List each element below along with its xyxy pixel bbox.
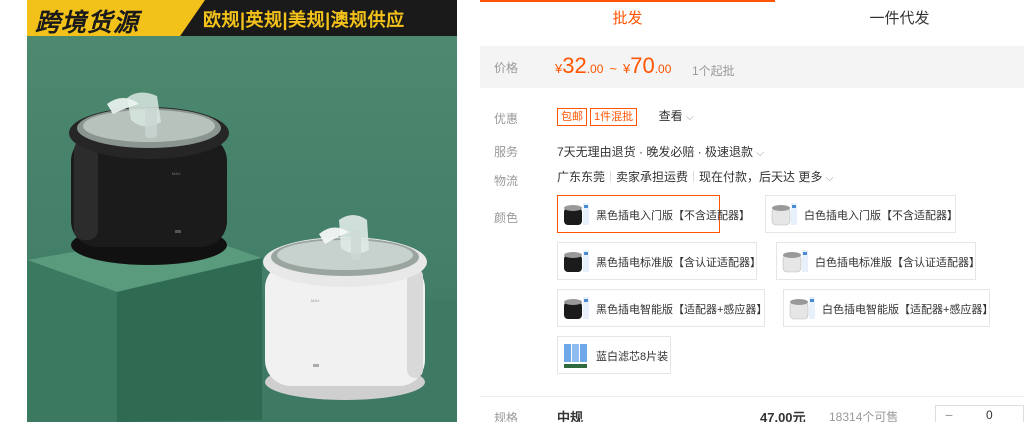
sku-thumb-white [787,293,817,323]
sku-name: 黑色插电入门版【不含适配器】 [596,210,750,222]
minus-button[interactable]: − [940,407,958,422]
spec-label: 规格 [494,411,519,422]
sku-name: 白色插电智能版【适配器+感应器】 [822,304,994,316]
sku-thumb-white [780,246,810,276]
quantity-stepper[interactable]: − 0 [935,405,1024,422]
sku-option[interactable]: 黑色插电标准版【含认证适配器】 [557,242,761,280]
sku-thumb-white [769,199,799,229]
logistics-more-button[interactable]: 更多 ⌵ [798,170,833,184]
sku-option[interactable]: 白色插电标准版【含认证适配器】 [776,242,980,280]
sku-name: 蓝白滤芯8片装 [596,351,669,363]
sku-option[interactable]: 黑色插电智能版【适配器+感应器】 [557,289,768,327]
quantity-value[interactable]: 0 [986,408,993,422]
service-row[interactable]: 7天无理由退货 · 晚发必赔 · 极速退款 ⌵ [557,143,764,160]
purchase-tabs: 批发 一件代发 [480,0,1024,36]
chevron-down-icon: ⌵ [825,173,834,184]
sku-thumb-black [561,199,591,229]
tag-mixed-batch: 1件混批 [590,108,638,126]
price-tilde: ~ [609,61,617,76]
promo-row: 包邮 1件混批 查看 ⌵ [557,107,694,126]
separator [610,171,612,182]
promo-label: 优惠 [494,112,519,126]
sku-option[interactable]: 黑色插电入门版【不含适配器】 [557,195,750,233]
separator [693,171,695,182]
view-label: 查看 [658,109,683,123]
chevron-down-icon: ⌵ [756,148,764,159]
view-promo-button[interactable]: 查看 ⌵ [659,107,694,124]
promo-banner: 跨境货源 欧规|英规|美规|澳规供应 [27,0,457,37]
sku-thumb-black [561,293,591,323]
product-detail-page: MAX MAX 跨境货源 欧规|英规|美规|澳规供应 批发 一件代发 价格 ¥3… [0,0,1024,422]
spec-stock: 18314个可售 [829,410,899,422]
black-device-label: MAX [172,171,181,176]
spec-price: 47.00元 [760,410,806,422]
price-label: 价格 [494,61,519,75]
chevron-down-icon: ⌵ [685,112,694,123]
spec-name: 中规 [557,410,584,422]
banner-title: 跨境货源 [35,9,140,37]
quantity-row: 规格 中规 47.00元 18314个可售 − 0 [480,396,1024,422]
sku-option[interactable]: 白色插电智能版【适配器+感应器】 [783,289,994,327]
freight-info: 卖家承担运费 [616,170,689,184]
delivery-info: 现在付款，后天达 [699,170,796,184]
product-main-image[interactable]: MAX MAX 跨境货源 欧规|英规|美规|澳规供应 [27,0,457,422]
ship-origin: 广东东莞 [557,170,606,184]
sku-thumb-filter [561,340,591,370]
tab-wholesale[interactable]: 批发 [480,0,775,36]
purchase-panel: 批发 一件代发 价格 ¥32.00 ~ ¥70.00 1个起批 优惠 包邮 1件混批 … [480,0,1024,422]
sku-name: 白色插电标准版【含认证适配器】 [815,257,980,269]
logistics-row: 广东东莞 卖家承担运费 现在付款，后天达 更多 ⌵ [557,168,833,185]
price-max-dec: .00 [654,62,672,76]
price-range: ¥32.00 ~ ¥70.00 [555,53,671,79]
service-text: 7天无理由退货 · 晚发必赔 · 极速退款 [557,145,754,159]
tab-dropship[interactable]: 一件代发 [775,0,1024,36]
price-max-int: 70 [630,53,655,78]
price-box: 价格 ¥32.00 ~ ¥70.00 1个起批 [480,46,1024,88]
sku-option[interactable]: 白色插电入门版【不含适配器】 [765,195,958,233]
min-order-quantity: 1个起批 [692,64,735,78]
logistics-label: 物流 [494,174,519,188]
sku-name: 黑色插电标准版【含认证适配器】 [596,257,761,269]
white-device-label: MAX [311,298,320,303]
banner-subtitle: 欧规|英规|美规|澳规供应 [203,10,405,30]
sku-name: 黑色插电智能版【适配器+感应器】 [596,304,768,316]
sku-name: 白色插电入门版【不含适配器】 [804,210,958,222]
price-min-dec: .00 [586,62,604,76]
product-photo: MAX MAX [27,92,457,422]
color-label: 颜色 [494,211,519,225]
service-label: 服务 [494,145,519,159]
sku-option[interactable]: 蓝白滤芯8片装 [557,336,671,374]
more-label: 更多 [798,170,823,184]
price-min-int: 32 [562,53,587,78]
sku-thumb-black [561,246,591,276]
tag-free-shipping: 包邮 [557,108,587,126]
